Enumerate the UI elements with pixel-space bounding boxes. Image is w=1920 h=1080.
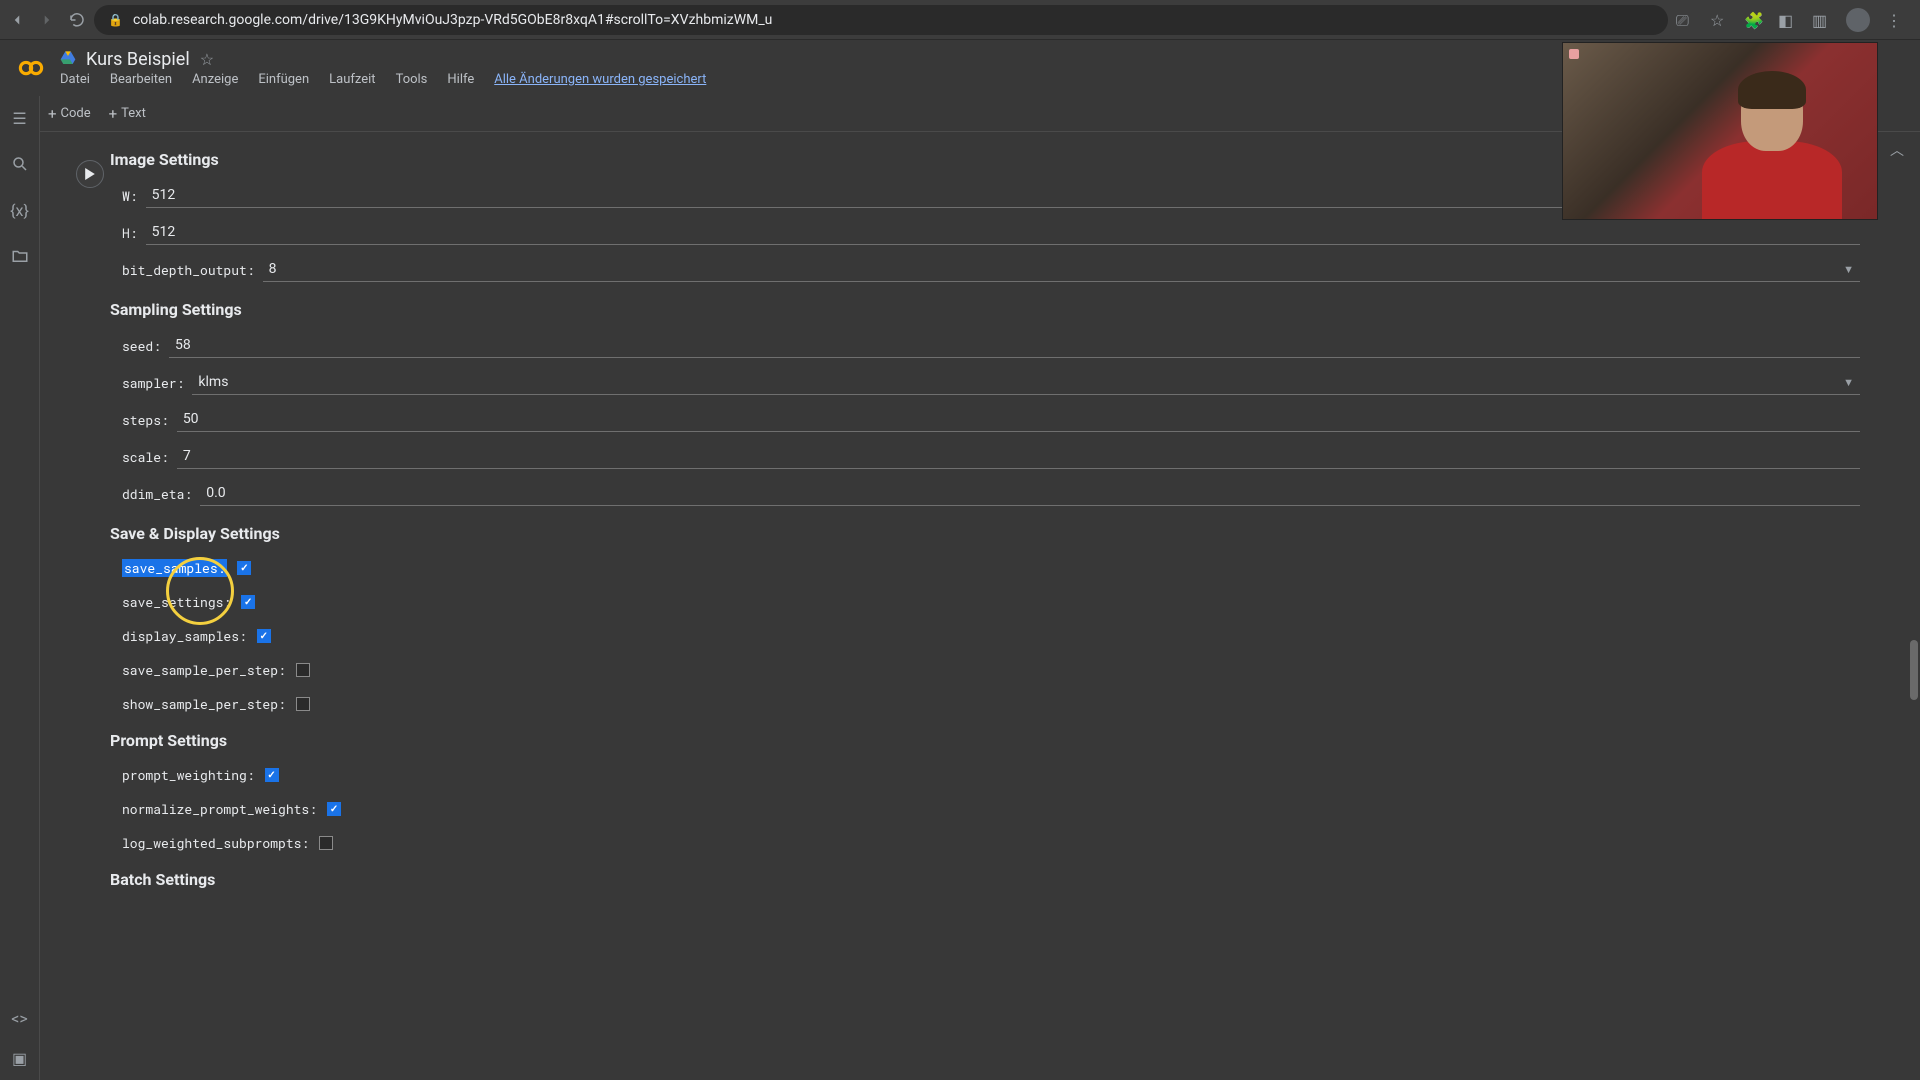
show-per-step-checkbox[interactable] — [296, 697, 310, 711]
chevron-down-icon: ▼ — [1843, 376, 1854, 389]
lock-icon: 🔒 — [108, 13, 123, 27]
scrollbar-thumb[interactable] — [1910, 640, 1918, 700]
batch-settings-heading: Batch Settings — [110, 870, 1860, 889]
display-samples-label: display_samples: — [122, 627, 247, 645]
document-title[interactable]: Kurs Beispiel — [86, 49, 190, 70]
show-per-step-label: show_sample_per_step: — [122, 695, 286, 713]
star-icon[interactable]: ☆ — [1710, 11, 1728, 29]
favorite-star-icon[interactable]: ☆ — [200, 50, 214, 69]
code-snippet-icon[interactable]: <> — [10, 1008, 30, 1028]
prompt-weighting-label: prompt_weighting: — [122, 766, 255, 784]
colab-logo-icon — [16, 53, 46, 83]
scale-label: scale: — [122, 448, 169, 466]
steps-label: steps: — [122, 411, 169, 429]
webcam-overlay — [1562, 42, 1878, 220]
forward-icon[interactable] — [38, 11, 56, 29]
menu-einfuegen[interactable]: Einfügen — [258, 72, 309, 87]
toc-icon[interactable]: ☰ — [10, 108, 30, 128]
left-sidebar: ☰ {x} <> ▣ — [0, 96, 40, 1080]
search-icon[interactable] — [10, 154, 30, 174]
normalize-weights-checkbox[interactable] — [327, 802, 341, 816]
scale-input[interactable] — [177, 444, 1860, 469]
run-cell-button[interactable] — [76, 160, 104, 188]
seed-input[interactable] — [169, 333, 1860, 358]
drive-icon — [60, 50, 76, 70]
save-per-step-label: save_sample_per_step: — [122, 661, 286, 679]
menu-datei[interactable]: Datei — [60, 72, 90, 87]
terminal-icon[interactable]: ▣ — [10, 1048, 30, 1068]
variables-icon[interactable]: {x} — [10, 200, 30, 220]
log-subprompts-checkbox[interactable] — [319, 836, 333, 850]
log-subprompts-label: log_weighted_subprompts: — [122, 834, 309, 852]
save-status[interactable]: Alle Änderungen wurden gespeichert — [494, 72, 706, 87]
back-icon[interactable] — [8, 11, 26, 29]
normalize-weights-label: normalize_prompt_weights: — [122, 800, 317, 818]
steps-input[interactable] — [177, 407, 1860, 432]
files-icon[interactable] — [10, 246, 30, 266]
prompt-settings-heading: Prompt Settings — [110, 731, 1860, 750]
sampler-select[interactable]: klms ▼ — [192, 370, 1860, 395]
display-samples-checkbox[interactable] — [257, 629, 271, 643]
add-text-button[interactable]: +Text — [109, 105, 146, 123]
menu-bar: Datei Bearbeiten Anzeige Einfügen Laufze… — [60, 72, 706, 87]
menu-hilfe[interactable]: Hilfe — [447, 72, 474, 87]
save-display-heading: Save & Display Settings — [110, 524, 1860, 543]
bitdepth-label: bit_depth_output: — [122, 261, 255, 279]
seed-label: seed: — [122, 337, 161, 355]
prompt-weighting-checkbox[interactable] — [265, 768, 279, 782]
url-text: colab.research.google.com/drive/13G9KHyM… — [133, 12, 772, 28]
menu-laufzeit[interactable]: Laufzeit — [329, 72, 375, 87]
save-per-step-checkbox[interactable] — [296, 663, 310, 677]
reload-icon[interactable] — [68, 11, 86, 29]
install-icon[interactable]: ⎚ — [1676, 11, 1694, 29]
menu-tools[interactable]: Tools — [396, 72, 428, 87]
save-samples-checkbox[interactable] — [237, 561, 251, 575]
browser-chrome: 🔒 colab.research.google.com/drive/13G9KH… — [0, 0, 1920, 40]
ddim-label: ddim_eta: — [122, 485, 192, 503]
h-input[interactable] — [146, 220, 1860, 245]
w-label: W: — [122, 187, 138, 205]
url-bar[interactable]: 🔒 colab.research.google.com/drive/13G9KH… — [94, 5, 1668, 35]
bitdepth-select[interactable]: 8 ▼ — [263, 257, 1860, 282]
save-samples-label: save_samples: — [122, 559, 227, 577]
notebook-content: Image Settings W: H: bit_depth_output: 8… — [40, 132, 1920, 1080]
sampling-settings-heading: Sampling Settings — [110, 300, 1860, 319]
save-settings-label: save_settings: — [122, 593, 231, 611]
h-label: H: — [122, 224, 138, 242]
chevron-down-icon: ▼ — [1843, 263, 1854, 276]
save-settings-checkbox[interactable] — [241, 595, 255, 609]
add-code-button[interactable]: +Code — [48, 105, 91, 123]
extensions-icon[interactable]: 🧩 — [1744, 11, 1762, 29]
menu-anzeige[interactable]: Anzeige — [192, 72, 238, 87]
extension2-icon[interactable]: ◧ — [1778, 11, 1796, 29]
menu-bearbeiten[interactable]: Bearbeiten — [110, 72, 172, 87]
sampler-label: sampler: — [122, 374, 184, 392]
form-cell: Image Settings W: H: bit_depth_output: 8… — [60, 150, 1900, 889]
panel-icon[interactable]: ▥ — [1812, 11, 1830, 29]
collapse-chevron-icon[interactable]: ︿ — [1890, 140, 1904, 160]
ddim-input[interactable] — [200, 481, 1860, 506]
profile-avatar[interactable] — [1846, 8, 1870, 32]
menu-dots-icon[interactable]: ⋮ — [1886, 11, 1904, 29]
